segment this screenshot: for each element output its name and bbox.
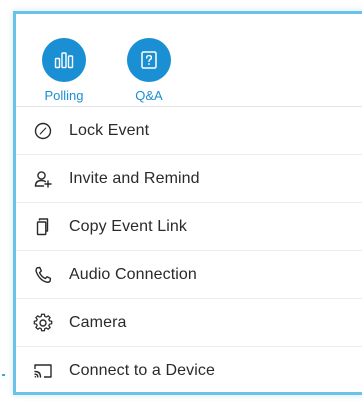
menu-item-label: Copy Event Link <box>69 217 188 235</box>
top-actions: Polling Q&A <box>38 26 175 106</box>
gear-icon <box>33 313 53 333</box>
qa-icon <box>127 38 171 82</box>
options-menu: Lock Event Invite and Remind Copy Event … <box>16 107 362 395</box>
invite-user-icon <box>33 169 53 189</box>
qa-button[interactable]: Q&A <box>123 26 175 106</box>
focus-marker <box>2 374 5 376</box>
copy-icon <box>33 217 53 237</box>
menu-item-label: Invite and Remind <box>69 169 200 187</box>
menu-item-connect-to-device[interactable]: Connect to a Device <box>16 347 362 395</box>
menu-item-audio-connection[interactable]: Audio Connection <box>16 251 362 299</box>
menu-item-lock-event[interactable]: Lock Event <box>16 107 362 155</box>
menu-item-camera[interactable]: Camera <box>16 299 362 347</box>
more-options-panel: Polling Q&A Lock Event Invite and Remind… <box>13 11 362 395</box>
polling-label: Polling <box>44 88 84 103</box>
menu-item-invite-and-remind[interactable]: Invite and Remind <box>16 155 362 203</box>
phone-icon <box>33 265 53 285</box>
cast-icon <box>33 361 53 381</box>
qa-label: Q&A <box>135 88 163 103</box>
menu-item-label: Audio Connection <box>69 265 197 283</box>
polling-icon <box>42 38 86 82</box>
polling-button[interactable]: Polling <box>38 26 90 106</box>
menu-item-copy-event-link[interactable]: Copy Event Link <box>16 203 362 251</box>
screen: Polling Q&A Lock Event Invite and Remind… <box>0 0 362 401</box>
menu-item-label: Connect to a Device <box>69 362 215 379</box>
menu-item-label: Lock Event <box>69 121 150 139</box>
menu-item-label: Camera <box>69 313 127 331</box>
lock-event-icon <box>33 121 53 141</box>
